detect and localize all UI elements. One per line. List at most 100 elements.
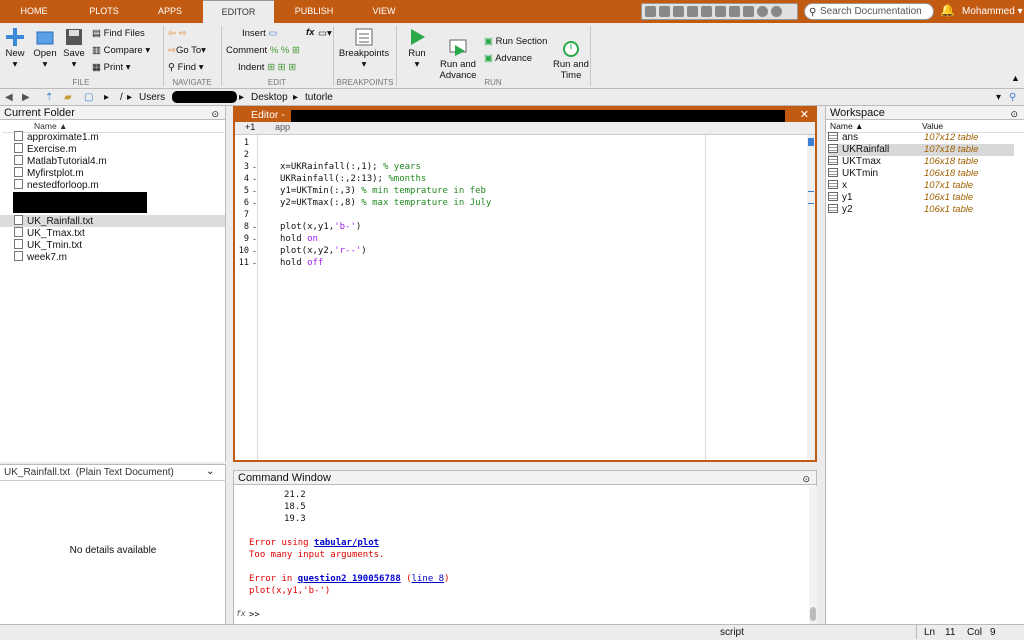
code-line[interactable]: x=UKRainfall(:,1); % years	[280, 162, 421, 172]
line-number: 8	[243, 222, 249, 232]
find-button[interactable]: ⚲ Find ▾	[168, 62, 204, 73]
file-item[interactable]: MatlabTutorial4.m	[14, 155, 107, 167]
path-root[interactable]: /	[120, 92, 123, 103]
analyzer-status-indicator[interactable]	[808, 138, 814, 146]
panel-menu-icon[interactable]: ⊙	[802, 472, 810, 486]
save-icon[interactable]	[645, 6, 656, 17]
workspace-variable[interactable]: UKTmax 106x18 table	[828, 156, 1014, 168]
file-name: week7.m	[27, 252, 68, 263]
editor-tab-plus[interactable]: +1	[245, 122, 255, 132]
path-users[interactable]: Users	[139, 92, 165, 103]
error-link-function[interactable]: question2_190056788	[298, 574, 401, 584]
tab-editor[interactable]: EDITOR	[203, 0, 274, 23]
workspace-variable[interactable]: UKTmin 106x18 table	[828, 168, 1014, 180]
command-window[interactable]: Command Window ⊙ 21.2 18.5 19.3 Error usi…	[233, 470, 817, 626]
fx-button[interactable]: fx	[306, 27, 314, 38]
file-item[interactable]: UK_Tmax.txt	[14, 227, 85, 239]
file-item[interactable]: approximate1.m	[14, 131, 99, 143]
panel-menu-icon[interactable]: ⊙	[211, 107, 219, 121]
path-search-icon[interactable]: ⚲	[1009, 92, 1016, 103]
code-line[interactable]: UKRainfall(:,2:13); %months	[280, 174, 426, 184]
comment-button[interactable]: Comment % % ⊞	[226, 45, 300, 56]
dropdown-icon[interactable]	[771, 6, 782, 17]
cut-icon[interactable]	[659, 6, 670, 17]
user-menu[interactable]: Mohammed ▾	[962, 6, 1023, 17]
command-scrollbar[interactable]	[809, 486, 817, 624]
indent-button[interactable]: Indent ⊞ ⊞ ⊞	[238, 62, 296, 73]
code-line[interactable]: hold on	[280, 234, 318, 244]
run-and-time-button[interactable]: Run and Time	[552, 28, 590, 81]
path-current-folder[interactable]: tutorle	[305, 92, 333, 103]
go-to-button[interactable]: ⇨Go To▾	[168, 45, 206, 56]
editor-file-tab[interactable]: app	[275, 122, 290, 132]
tab-plots[interactable]: PLOTS	[80, 0, 128, 23]
breakpoints-button[interactable]: Breakpoints ▾	[338, 28, 390, 70]
line-number-status: 11	[945, 627, 956, 638]
back-arrow-icon[interactable]: ◀	[5, 92, 13, 103]
copy-icon[interactable]	[673, 6, 684, 17]
workspace-variable[interactable]: x 107x1 table	[828, 180, 1014, 192]
tab-view[interactable]: VIEW	[360, 0, 408, 23]
workspace-variable[interactable]: y2 106x1 table	[828, 204, 1014, 216]
save-disk-icon	[66, 29, 82, 45]
help-icon[interactable]	[757, 6, 768, 17]
collapse-ribbon-icon[interactable]: ▲	[1011, 73, 1020, 83]
details-collapse-icon[interactable]: ⌄	[206, 466, 214, 477]
run-and-advance-button[interactable]: Run and Advance	[438, 28, 478, 81]
tab-home[interactable]: HOME	[10, 0, 58, 23]
layout-icon[interactable]	[743, 6, 754, 17]
tab-publish[interactable]: PUBLISH	[286, 0, 342, 23]
code-line[interactable]: plot(x,y2,'r--')	[280, 246, 367, 256]
editor-close-icon[interactable]: ✕	[800, 108, 809, 122]
path-desktop[interactable]: Desktop	[251, 92, 288, 103]
tab-apps[interactable]: APPS	[148, 0, 192, 23]
compare-button[interactable]: ▥ Compare ▾	[92, 45, 150, 56]
insert-menu-icon[interactable]: ▭▾	[318, 28, 332, 39]
workspace-variable-selected[interactable]: UKRainfall 107x18 table	[828, 144, 1014, 156]
code-line[interactable]: hold off	[280, 258, 323, 268]
file-item-selected[interactable]: UK_Rainfall.txt	[14, 215, 93, 227]
notification-bell-icon[interactable]: 🔔	[940, 3, 955, 17]
value-column-header[interactable]: Value	[922, 121, 943, 131]
code-line[interactable]: plot(x,y1,'b-')	[280, 222, 361, 232]
open-button[interactable]: Open ▾	[32, 28, 58, 70]
back-forward-arrows-icon[interactable]: ⇦ ⇨	[168, 28, 187, 39]
insert-button[interactable]: Insert ▭	[242, 28, 277, 39]
code-line[interactable]: y1=UKTmin(:,3) % min temprature in feb	[280, 186, 486, 196]
run-section-button[interactable]: ▣ Run Section	[484, 36, 547, 47]
run-button[interactable]: Run ▾	[404, 28, 430, 70]
search-documentation-input[interactable]: ⚲ Search Documentation	[804, 3, 934, 20]
undo-icon[interactable]	[701, 6, 712, 17]
file-item[interactable]: Exercise.m	[14, 143, 76, 155]
name-column-header[interactable]: Name ▲	[34, 121, 67, 131]
code-line[interactable]: y2=UKTmax(:,8) % max temprature in July	[280, 198, 491, 208]
new-button[interactable]: New ▾	[4, 28, 26, 70]
find-files-button[interactable]: ▤ Find Files	[92, 28, 145, 39]
editor-scrollbar[interactable]	[807, 135, 815, 460]
function-browser-icon[interactable]: fx	[236, 609, 246, 618]
path-dropdown-icon[interactable]: ▾	[996, 92, 1001, 103]
file-item[interactable]: week7.m	[14, 251, 67, 263]
up-folder-icon[interactable]: ⇡	[45, 92, 53, 103]
workspace-variable[interactable]: ans 107x12 table	[828, 132, 1014, 144]
error-link-tabular-plot[interactable]: tabular/plot	[314, 538, 379, 548]
switch-windows-icon[interactable]	[729, 6, 740, 17]
file-item[interactable]: nestedforloop.m	[14, 179, 99, 191]
redo-icon[interactable]	[715, 6, 726, 17]
forward-arrow-icon[interactable]: ▶	[22, 92, 30, 103]
file-item[interactable]: Myfirstplot.m	[14, 167, 84, 179]
panel-menu-icon[interactable]: ⊙	[1010, 107, 1018, 121]
error-link-line[interactable]: line 8	[412, 574, 445, 584]
workspace-variable[interactable]: y1 106x1 table	[828, 192, 1014, 204]
name-column-header[interactable]: Name ▲	[830, 121, 863, 131]
paste-icon[interactable]	[687, 6, 698, 17]
recent-folder-icon[interactable]: ▢	[84, 92, 93, 103]
command-scroll-thumb[interactable]	[810, 607, 816, 621]
browse-folder-icon[interactable]: ▰	[64, 92, 72, 103]
save-button[interactable]: Save ▾	[62, 28, 86, 70]
advance-button[interactable]: ▣ Advance	[484, 53, 532, 64]
command-prompt[interactable]: >>	[249, 610, 260, 620]
file-item[interactable]: UK_Tmin.txt	[14, 239, 82, 251]
print-button[interactable]: ▦ Print ▾	[92, 62, 131, 73]
details-title[interactable]: UK_Rainfall.txt (Plain Text Document)	[4, 467, 174, 478]
